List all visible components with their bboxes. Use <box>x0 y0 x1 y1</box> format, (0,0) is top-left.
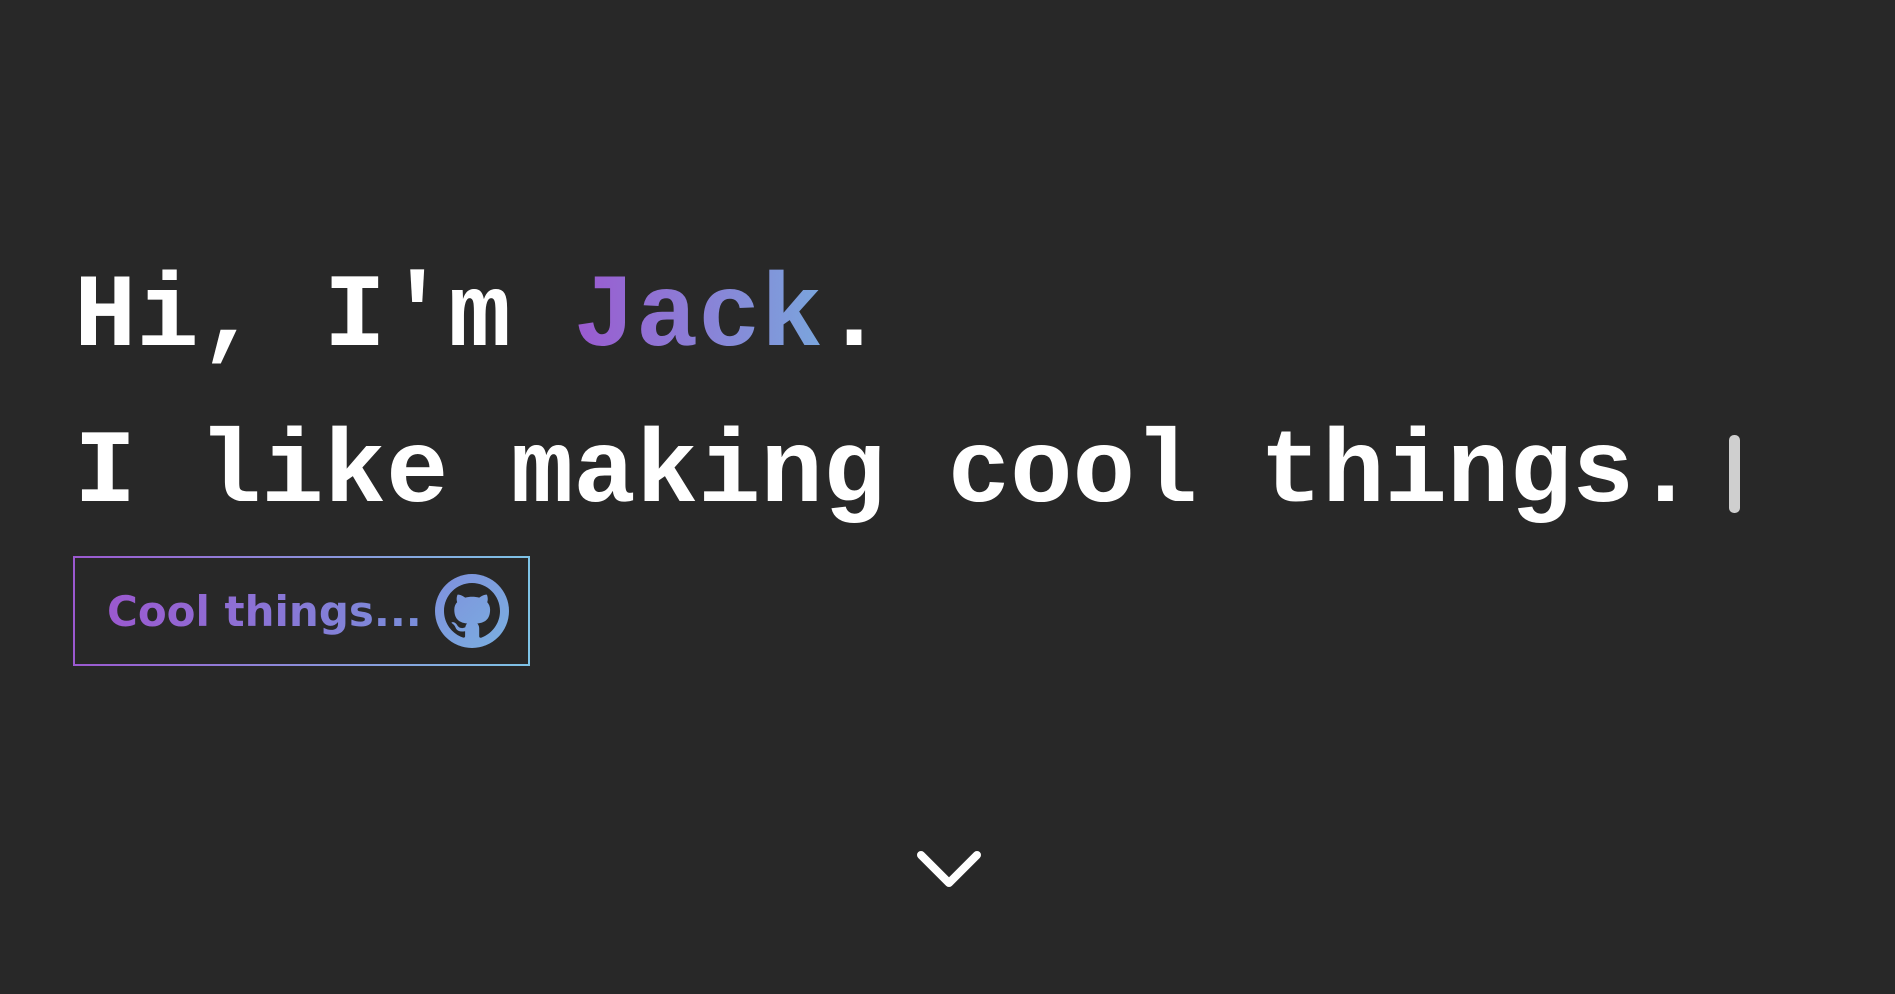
cool-things-button[interactable]: Cool things... <box>73 556 530 666</box>
github-icon <box>434 574 509 648</box>
greeting-heading: Hi, I'm Jack. <box>74 240 885 396</box>
chevron-down-icon[interactable] <box>913 845 985 895</box>
tagline-text: I like making cool things. <box>74 415 1697 533</box>
cool-things-button-inner[interactable]: Cool things... <box>75 558 528 664</box>
typing-cursor <box>1728 435 1740 513</box>
name-highlight: Jack <box>573 259 823 377</box>
greeting-prefix: Hi, I'm <box>74 259 574 377</box>
greeting-suffix: . <box>822 259 886 377</box>
cool-things-label: Cool things... <box>107 586 422 636</box>
tagline: I like making cool things. <box>74 396 1740 552</box>
